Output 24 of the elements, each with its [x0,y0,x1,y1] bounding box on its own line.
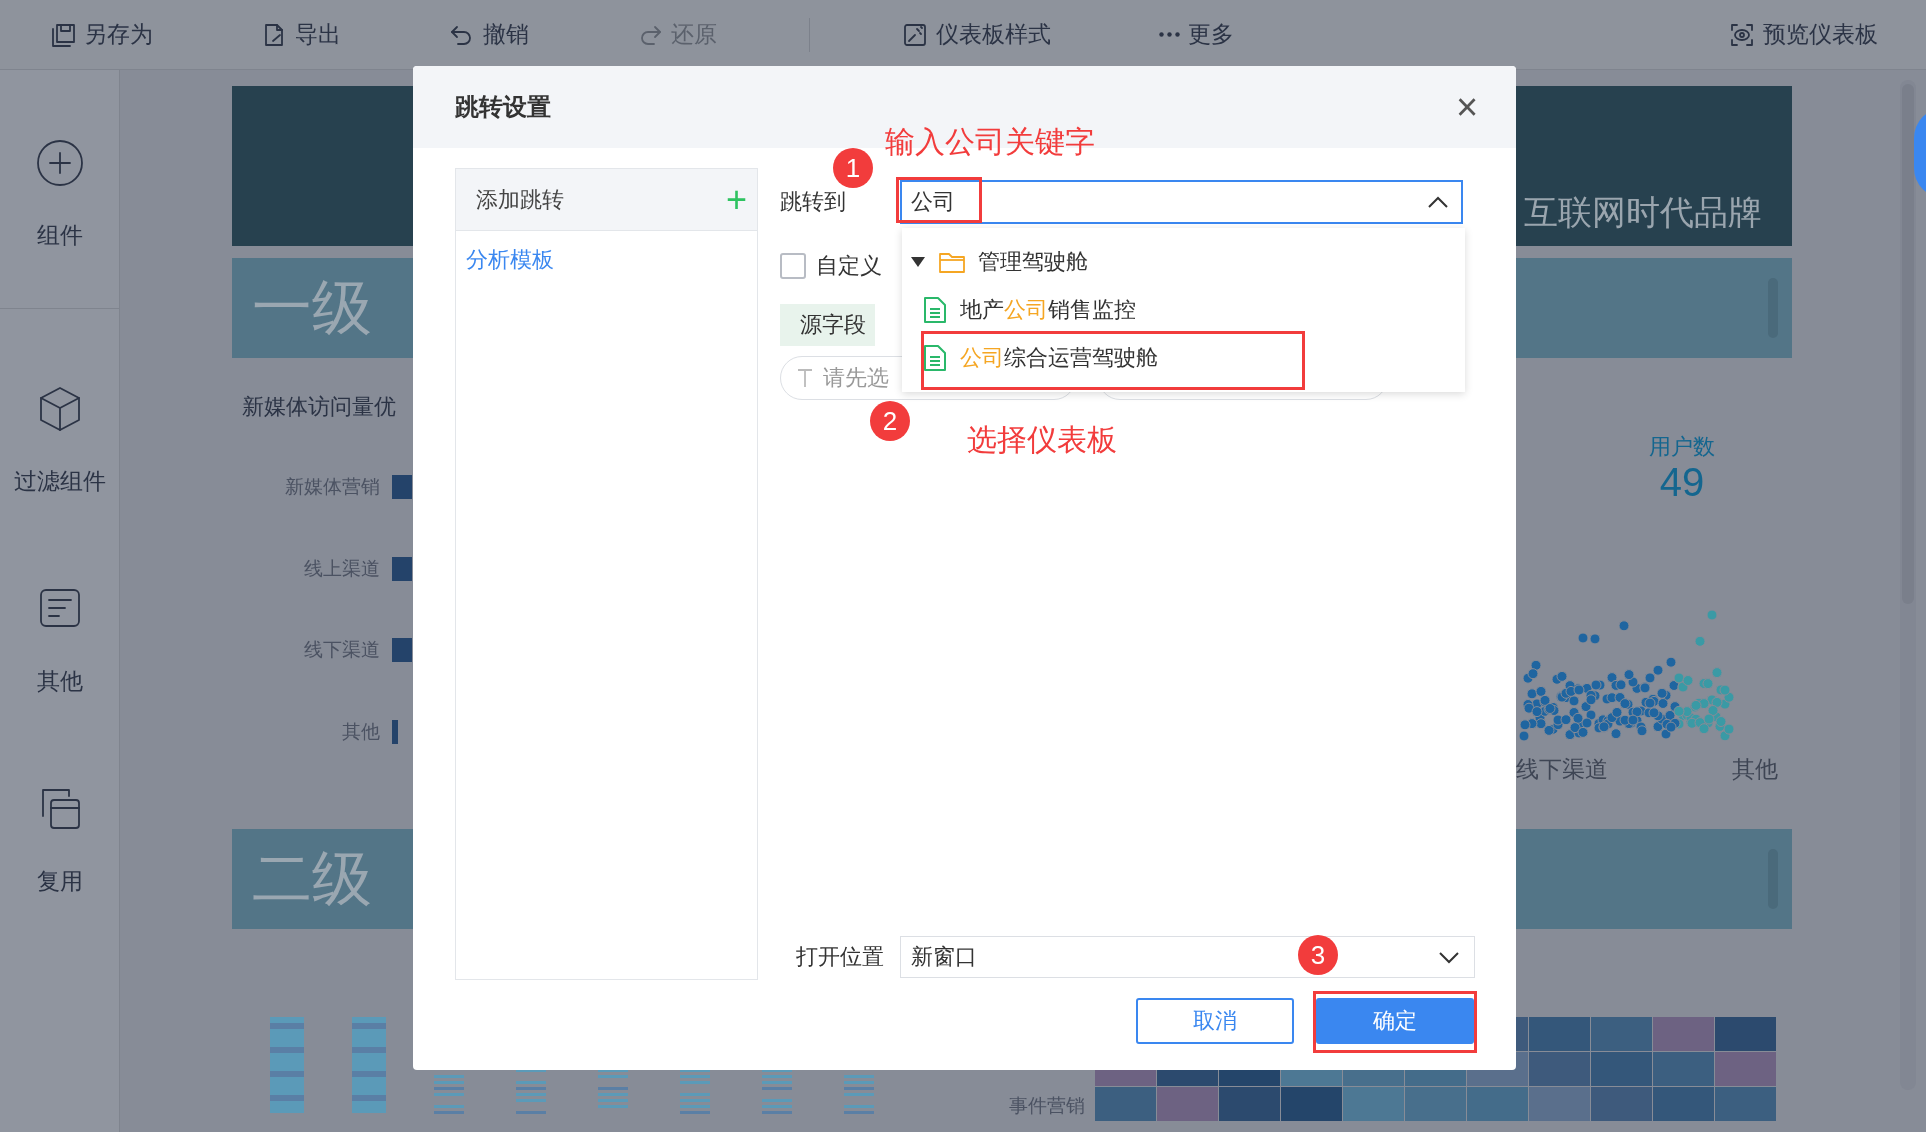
banner-title: 互联网时代品牌 [1524,192,1762,233]
checkbox-label: 自定义 [816,252,882,280]
kpi-value: 49 [1659,462,1705,502]
axis-label: 线下渠道 [1516,755,1608,784]
field-label: 打开位置 [795,942,885,971]
column-header: 源字段 [780,304,875,346]
section-title: 一级 [252,272,372,343]
annotation-text: 输入公司关键字 [885,124,1095,160]
annotation-text: 选择仪表板 [967,422,1117,458]
axis-label: 其他 [1732,755,1778,784]
option-label: 公司综合运营驾驶舱 [960,344,1158,372]
kpi-label: 用户数 [1649,433,1715,461]
bar-label: 线下渠道 [304,638,380,663]
field-label: 跳转到 [780,188,847,216]
section-title: 二级 [252,843,372,914]
bar-label: 线上渠道 [304,556,380,581]
list-header-title: 添加跳转 [476,185,564,214]
axis-label: 事件营销 [1009,1094,1085,1118]
option-label: 地产公司销售监控 [960,296,1136,324]
option-label: 管理驾驶舱 [978,248,1088,276]
chart-title: 新媒体访问量优 [242,393,396,421]
dialog-title: 跳转设置 [455,92,551,122]
bar-label: 其他 [342,720,380,745]
bar-label: 新媒体营销 [285,474,380,499]
